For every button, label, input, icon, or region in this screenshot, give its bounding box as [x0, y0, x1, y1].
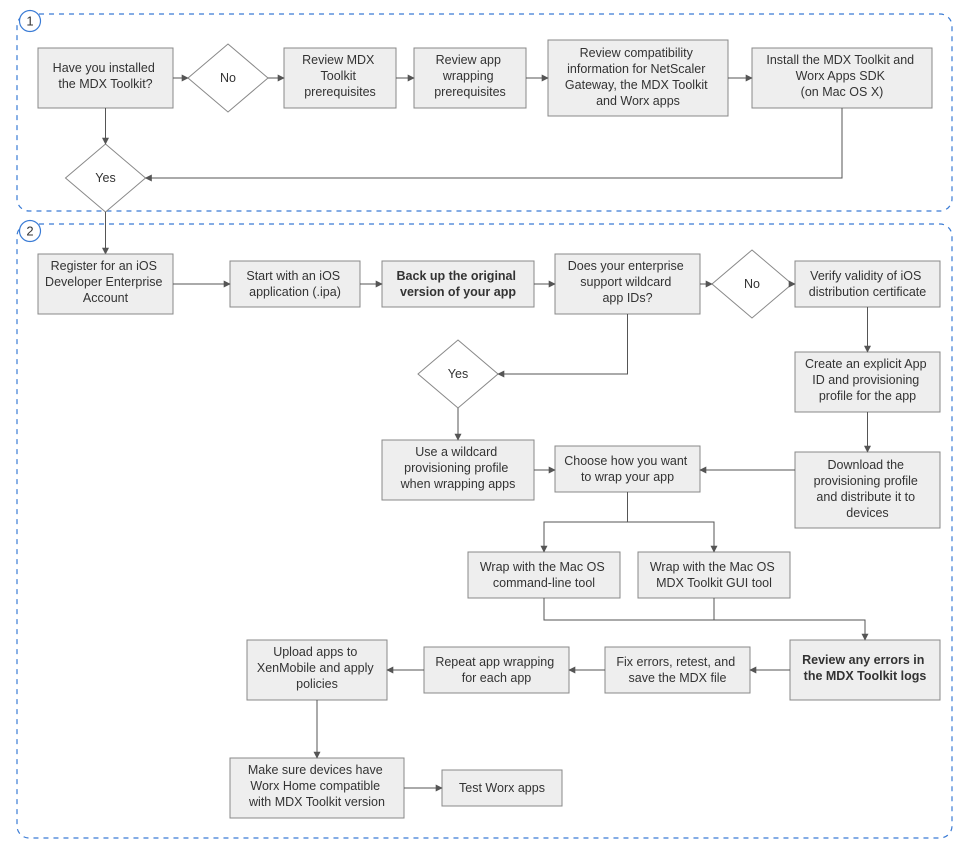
svg-text:No: No	[744, 277, 760, 291]
box-f	[230, 261, 360, 307]
svg-text:No: No	[220, 71, 236, 85]
box-g	[382, 261, 534, 307]
conn-q2-yes	[498, 314, 628, 374]
box-t-text: Test Worx apps	[459, 781, 545, 795]
svg-text:Yes: Yes	[448, 367, 468, 381]
box-q	[424, 647, 569, 693]
section-2-border	[17, 224, 952, 838]
section-1-number: 1	[26, 14, 33, 29]
box-p	[605, 647, 750, 693]
box-s-text: Make sure devices have Worx Home compati…	[248, 763, 386, 809]
no-diamond-s1: No	[188, 44, 268, 112]
conn-n-join	[628, 598, 715, 620]
section-1-border	[17, 14, 952, 211]
box-i-text: Create an explicit App ID and provisioni…	[805, 357, 930, 403]
conn-d-yes	[146, 108, 843, 178]
box-l	[555, 446, 700, 492]
yes-diamond-s1: Yes	[66, 144, 146, 212]
conn-l-n	[628, 522, 715, 552]
yes-diamond-s2: Yes	[418, 340, 498, 408]
conn-join-o	[628, 620, 866, 640]
no-diamond-s2: No	[712, 250, 792, 318]
box-h	[795, 261, 940, 307]
conn-m-join	[544, 598, 628, 620]
section-2-number: 2	[26, 224, 33, 239]
box-b-text: Review app wrapping prerequisites	[434, 53, 506, 99]
svg-text:Yes: Yes	[95, 171, 115, 185]
box-k-text: Use a wildcard provisioning profile when…	[400, 445, 516, 491]
box-n	[638, 552, 790, 598]
box-m	[468, 552, 620, 598]
conn-l-m	[544, 522, 628, 552]
